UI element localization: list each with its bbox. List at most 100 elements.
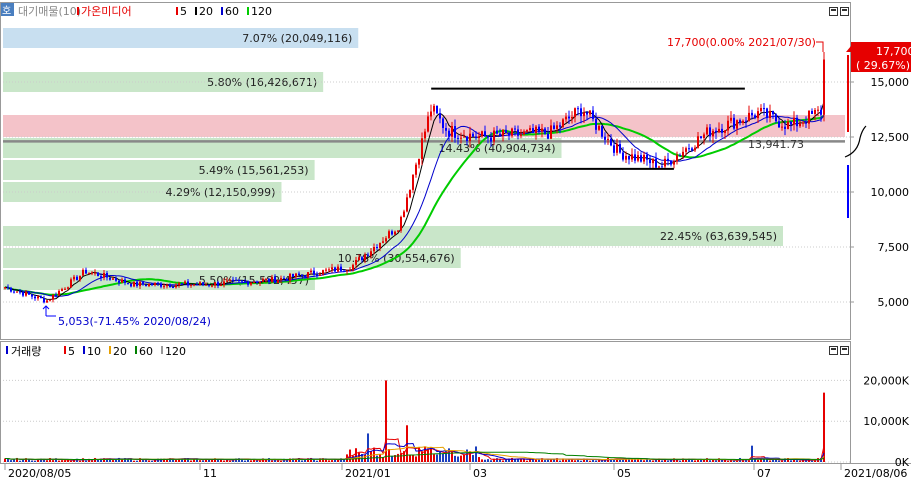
candle-body [406,197,408,212]
volume-bar [301,460,303,462]
candle-body [193,284,195,286]
ma-legend-marker [195,7,197,15]
candle-body [445,127,447,131]
candle-body [280,278,282,281]
candle-body [217,282,219,286]
volume-bar [52,460,54,462]
candle-body [511,128,513,136]
candle-body [598,125,600,130]
volume-bar [10,460,12,462]
volume-bar [598,460,600,462]
candle-body [520,134,522,136]
date-tick-label: 2020/08/05 [8,467,71,480]
candle-body [772,110,774,115]
volume-bar [472,455,474,462]
candle-body [553,125,555,129]
volume-bar [580,460,582,462]
candle-body [661,166,663,168]
candle-body [172,287,174,289]
candle-body [763,108,765,110]
tab-icon[interactable]: 호 [2,5,11,17]
volume-bar [706,458,708,462]
volume-bar [649,460,651,462]
date-tick-label: 2021/08/06 [844,467,907,480]
candle-body [298,273,300,276]
candle-body [709,127,711,137]
candle-body [16,291,18,293]
candle-body [346,270,348,272]
ma-legend-marker [221,7,223,15]
candle-body [148,283,150,287]
current-change: ( 29.67%) [856,59,910,72]
volume-bar [175,460,177,462]
volume-bar [709,460,711,462]
candle-body [112,278,114,280]
candle-body [475,136,477,139]
candle-body [4,287,6,289]
price-axis: 15,000 12,500 10,000 7,500 5,000 [850,76,909,309]
candle-body [316,274,318,276]
candle-body [325,269,327,271]
candle-body [802,122,804,124]
candle-body [106,273,108,278]
volume-panel-close-button[interactable] [840,346,849,355]
volume-bar [244,460,246,462]
candle-body [688,148,690,150]
candle-body [118,280,120,283]
candle-body [142,281,144,285]
volume-bar [256,460,258,462]
candle-body [490,137,492,142]
volume-bar [166,459,168,462]
candle-body [541,128,543,132]
candle-body [238,280,240,282]
candle-body [103,273,105,278]
candle-body [7,287,9,289]
candle-body [199,282,201,285]
candle-body [133,281,135,287]
price-panel-close-button[interactable] [840,7,849,16]
ma-legend-marker [247,7,249,15]
candle-body [613,145,615,153]
candle-body [814,109,816,114]
candle-body [61,289,63,291]
volume-bar [697,460,699,462]
candle-body [268,278,270,282]
candle-body [766,108,768,118]
volume-bar [442,453,444,462]
candle-body [319,274,321,276]
candle-body [784,126,786,129]
vol-ma-legend-120: 120 [165,345,186,358]
candle-body [736,120,738,129]
volume-bar [574,460,576,462]
date-tick-label: 2021/01 [345,467,391,480]
candle-body [97,272,99,277]
candle-body [493,130,495,142]
candle-body [583,112,585,117]
vol-ma-legend-marker [161,346,163,354]
candle-body [361,257,363,261]
volume-bar [526,460,528,462]
candle-body [415,164,417,175]
candle-body [154,282,156,286]
candle-body [58,290,60,296]
candle-body [181,283,183,285]
price-panel-maximize-button[interactable] [829,7,838,16]
candle-body [151,283,153,286]
candle-body [43,298,45,303]
volume-bar [154,460,156,462]
candle-body [115,278,117,281]
volume-panel-maximize-button[interactable] [829,346,838,355]
volume-bar [31,460,33,462]
candle-body [358,257,360,261]
candle-body [574,108,576,117]
candle-body [208,284,210,286]
volume-bar [457,456,459,462]
candle-body [499,133,501,136]
candle-body [586,112,588,115]
candle-body [277,280,279,283]
candle-body [40,296,42,299]
candle-body [760,108,762,112]
candle-body [535,126,537,134]
candle-body [307,272,309,278]
candle-body [703,134,705,138]
